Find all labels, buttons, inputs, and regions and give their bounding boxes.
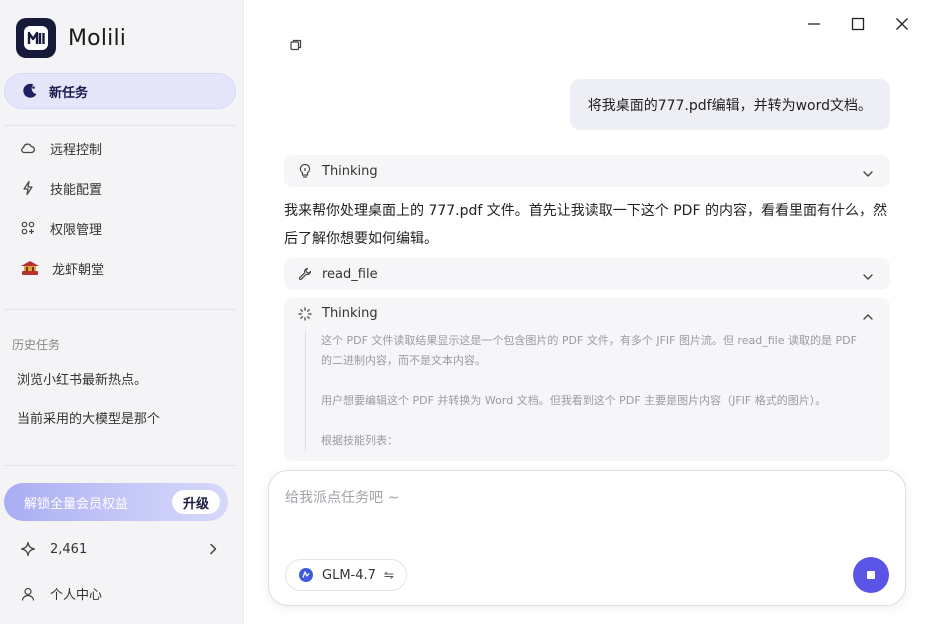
sidebar-item-label: 技能配置 xyxy=(50,182,103,198)
sidebar-item-label: 远程控制 xyxy=(50,142,103,158)
copy-icon[interactable] xyxy=(289,37,303,56)
stop-icon xyxy=(867,571,875,579)
thinking-label: Thinking xyxy=(322,163,378,179)
loading-spinner-icon xyxy=(298,306,312,321)
history-item[interactable]: 浏览小红书最新热点。 xyxy=(17,369,147,388)
history-item[interactable]: 当前采用的大模型是那个 xyxy=(17,408,160,427)
chevron-down-icon[interactable] xyxy=(862,165,874,184)
model-logo-icon xyxy=(298,567,314,583)
sidebar-item-permissions[interactable]: 权限管理 xyxy=(20,216,102,240)
chevron-right-icon xyxy=(206,541,220,560)
bulb-icon xyxy=(298,163,312,179)
profile-link[interactable]: 个人中心 xyxy=(20,584,102,603)
minimize-button[interactable] xyxy=(804,14,824,34)
vip-banner[interactable]: 解锁全量会员权益 升级 xyxy=(4,483,228,521)
chevron-up-icon[interactable] xyxy=(862,308,874,327)
task-input[interactable] xyxy=(285,485,845,511)
close-icon xyxy=(896,18,908,30)
new-task-label: 新任务 xyxy=(49,85,89,101)
brand[interactable]: Molili xyxy=(16,18,126,58)
composer: GLM-4.7 ⇋ xyxy=(268,470,906,606)
thinking-paragraph: 这个 PDF 文件读取结果显示这是一个包含图片的 PDF 文件，有多个 JFIF… xyxy=(321,334,857,367)
vip-label: 解锁全量会员权益 xyxy=(24,496,129,512)
sidebar-item-court[interactable]: 龙虾朝堂 xyxy=(20,256,104,280)
thinking-content: 这个 PDF 文件读取结果显示这是一个包含图片的 PDF 文件，有多个 JFIF… xyxy=(305,331,865,451)
points-row[interactable]: 2,461 xyxy=(20,538,220,560)
moon-icon xyxy=(21,82,39,100)
stop-button[interactable] xyxy=(853,557,889,593)
court-icon xyxy=(20,259,40,277)
cloud-icon xyxy=(20,140,36,156)
maximize-icon xyxy=(851,17,865,31)
sparkle-icon xyxy=(20,541,36,557)
user-icon xyxy=(20,586,36,602)
thinking-block-expanded: Thinking 这个 PDF 文件读取结果显示这是一个包含图片的 PDF 文件… xyxy=(284,298,890,461)
model-name: GLM-4.7 xyxy=(322,567,376,583)
grid-icon xyxy=(20,220,36,236)
molili-logo xyxy=(16,18,56,58)
assistant-message: 我来帮你处理桌面上的 777.pdf 文件。首先让我读取一下这个 PDF 的内容… xyxy=(284,203,887,247)
swap-icon: ⇋ xyxy=(383,568,394,582)
new-task-button[interactable]: 新任务 xyxy=(4,73,236,109)
sidebar-item-label: 龙虾朝堂 xyxy=(52,262,105,278)
tool-label: read_file xyxy=(322,266,378,282)
maximize-button[interactable] xyxy=(848,14,868,34)
thinking-block-collapsed[interactable]: Thinking xyxy=(284,155,890,187)
thinking-paragraph: 用户想要编辑这个 PDF 并转换为 Word 文档。但我看到这个 PDF 主要是… xyxy=(321,394,827,407)
sidebar-item-remote-control[interactable]: 远程控制 xyxy=(20,136,102,160)
history-title: 历史任务 xyxy=(12,338,61,352)
window-controls xyxy=(804,14,912,34)
thinking-paragraph: 根据技能列表： xyxy=(321,434,398,447)
profile-label: 个人中心 xyxy=(50,588,103,603)
model-selector[interactable]: GLM-4.7 ⇋ xyxy=(285,559,407,591)
wrench-icon xyxy=(298,267,312,281)
sidebar-item-label: 权限管理 xyxy=(50,222,103,238)
brand-name: Molili xyxy=(68,25,127,51)
divider xyxy=(4,125,236,126)
tool-call-block[interactable]: read_file xyxy=(284,258,890,290)
sidebar-item-skills[interactable]: 技能配置 xyxy=(20,176,102,200)
minimize-icon xyxy=(808,23,820,25)
user-message: 将我桌面的777.pdf编辑，并转为word文档。 xyxy=(569,79,890,130)
upgrade-button[interactable]: 升级 xyxy=(171,490,220,514)
thinking-header[interactable]: Thinking xyxy=(298,306,378,321)
divider xyxy=(4,309,236,310)
sidebar: Molili 新任务 远程控制 技能配置 权限管理 龙虾朝堂 历史任务 浏览小红… xyxy=(0,0,244,624)
lightning-icon xyxy=(20,180,36,196)
points-value: 2,461 xyxy=(50,541,88,557)
divider xyxy=(4,465,236,466)
thinking-label: Thinking xyxy=(322,306,378,321)
close-button[interactable] xyxy=(892,14,912,34)
chevron-down-icon[interactable] xyxy=(862,268,874,287)
